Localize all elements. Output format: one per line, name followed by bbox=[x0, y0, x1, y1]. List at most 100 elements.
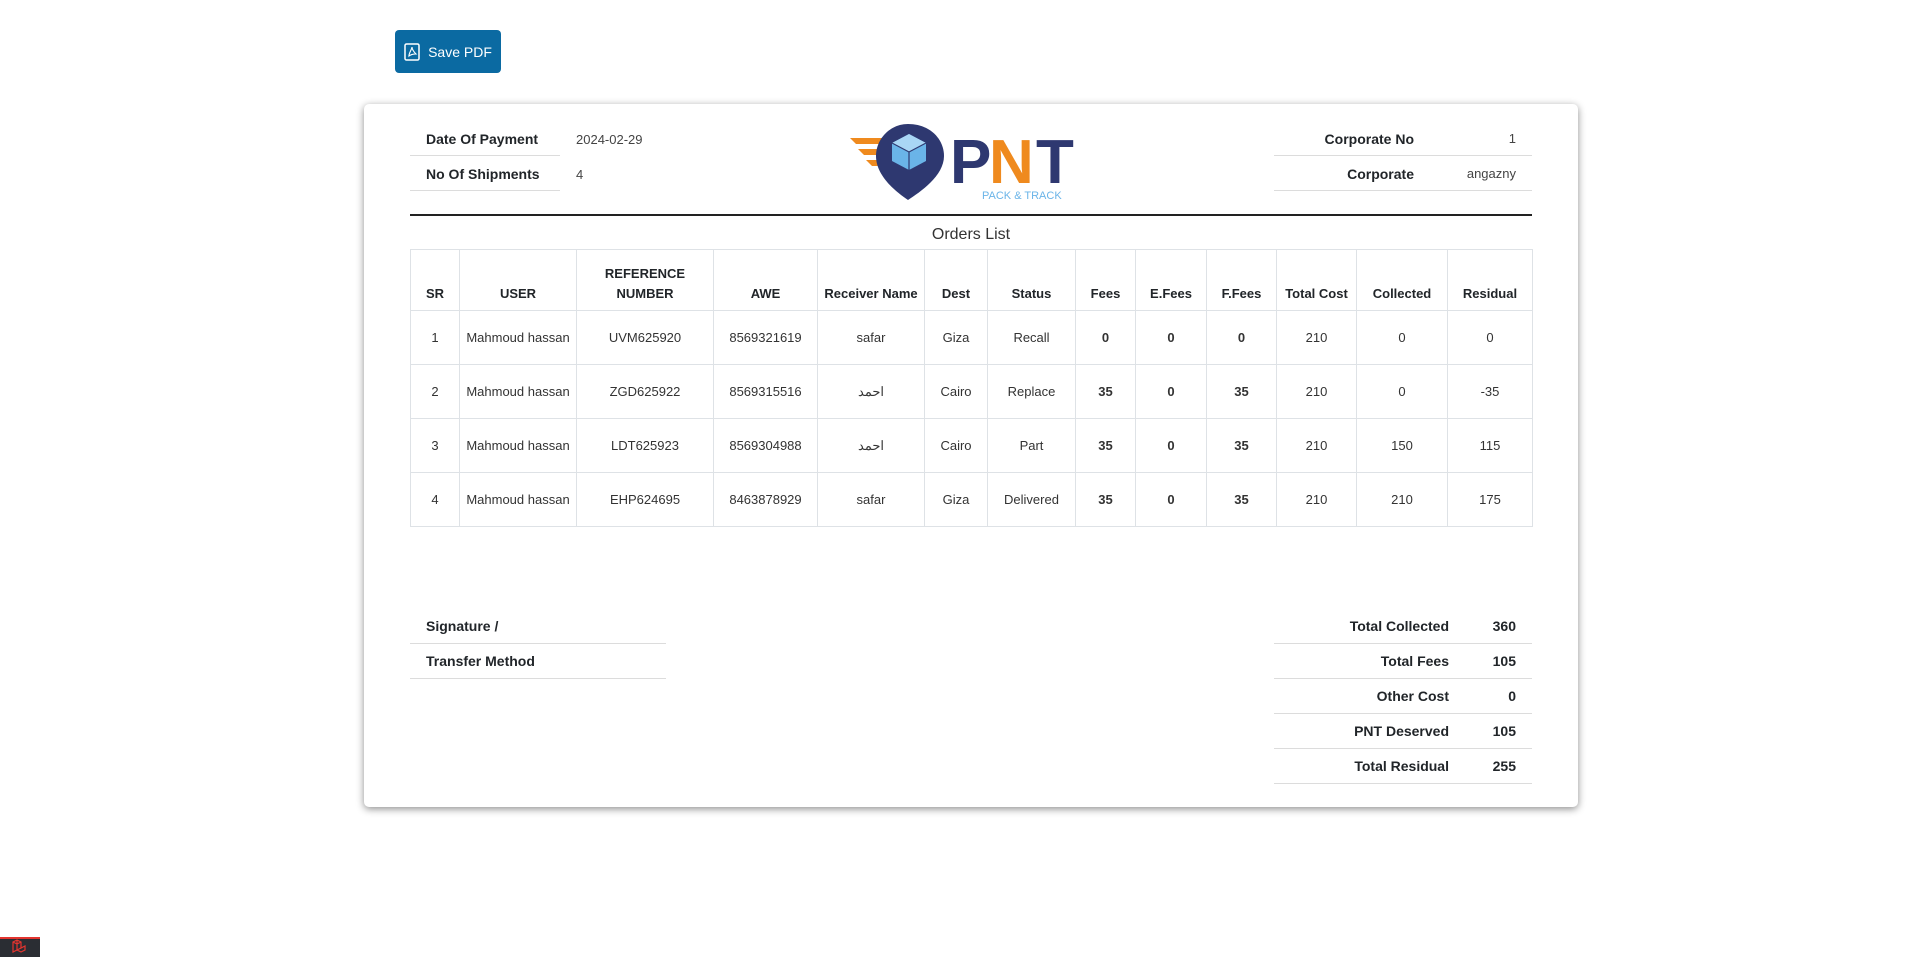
cell-residual: 0 bbox=[1447, 310, 1533, 365]
col-header-residual: Residual bbox=[1447, 249, 1533, 311]
save-pdf-button[interactable]: Save PDF bbox=[395, 30, 501, 73]
logo-letter-p: P bbox=[950, 128, 991, 197]
debugbar-toggle[interactable] bbox=[0, 937, 40, 957]
table-row: 4 Mahmoud hassan EHP624695 8463878929 sa… bbox=[410, 472, 1533, 527]
col-header-receiver-name: Receiver Name bbox=[817, 249, 925, 311]
table-row: 3 Mahmoud hassan LDT625923 8569304988 اح… bbox=[410, 418, 1533, 473]
col-header-status: Status bbox=[987, 249, 1076, 311]
cell-total-cost: 210 bbox=[1276, 364, 1357, 419]
corporate-label: Corporate bbox=[1347, 165, 1414, 182]
cell-user: Mahmoud hassan bbox=[459, 364, 577, 419]
cell-collected: 210 bbox=[1356, 472, 1448, 527]
cell-dest: Cairo bbox=[924, 364, 988, 419]
orders-table-header: SR USER REFERENCE NUMBER AWE Receiver Na… bbox=[410, 249, 1533, 311]
cell-sr: 4 bbox=[410, 472, 460, 527]
cell-user: Mahmoud hassan bbox=[459, 310, 577, 365]
cell-awe: 8463878929 bbox=[713, 472, 818, 527]
header-divider bbox=[410, 214, 1532, 216]
corporate-value-cell: angazny bbox=[1428, 157, 1532, 191]
cell-receiver-name: احمد bbox=[817, 418, 925, 473]
no-of-shipments-value-cell: 4 bbox=[576, 157, 696, 191]
total-label: Total Collected bbox=[1349, 618, 1449, 634]
no-of-shipments-value: 4 bbox=[576, 166, 584, 182]
signature-block: Signature / Transfer Method bbox=[410, 609, 666, 679]
col-header-fees: Fees bbox=[1075, 249, 1136, 311]
cell-status: Part bbox=[987, 418, 1076, 473]
total-label: Total Fees bbox=[1380, 653, 1449, 669]
col-header-sr: SR bbox=[410, 249, 460, 311]
total-value: 360 bbox=[1492, 618, 1516, 634]
cell-fees: 35 bbox=[1075, 364, 1136, 419]
cell-total-cost: 210 bbox=[1276, 418, 1357, 473]
total-collected-row: Total Collected 360 bbox=[1274, 609, 1532, 644]
total-value: 105 bbox=[1492, 723, 1516, 739]
cell-fees: 0 bbox=[1075, 310, 1136, 365]
cell-collected: 150 bbox=[1356, 418, 1448, 473]
cell-dest: Giza bbox=[924, 472, 988, 527]
col-header-f-fees: F.Fees bbox=[1206, 249, 1277, 311]
total-fees-row: Total Fees 105 bbox=[1274, 644, 1532, 679]
cell-status: Recall bbox=[987, 310, 1076, 365]
cell-total-cost: 210 bbox=[1276, 472, 1357, 527]
cell-user: Mahmoud hassan bbox=[459, 418, 577, 473]
col-header-dest: Dest bbox=[924, 249, 988, 311]
total-value: 105 bbox=[1492, 653, 1516, 669]
corporate-value: angazny bbox=[1466, 166, 1516, 181]
cell-receiver-name: safar bbox=[817, 472, 925, 527]
other-cost-row: Other Cost 0 bbox=[1274, 679, 1532, 714]
cell-sr: 1 bbox=[410, 310, 460, 365]
orders-table: SR USER REFERENCE NUMBER AWE Receiver Na… bbox=[410, 249, 1533, 527]
save-pdf-label: Save PDF bbox=[428, 43, 492, 60]
cell-reference-number: LDT625923 bbox=[576, 418, 714, 473]
table-row: 2 Mahmoud hassan ZGD625922 8569315516 اح… bbox=[410, 364, 1533, 419]
cell-f-fees: 35 bbox=[1206, 472, 1277, 527]
cell-e-fees: 0 bbox=[1135, 310, 1207, 365]
cell-awe: 8569315516 bbox=[713, 364, 818, 419]
no-of-shipments-label-cell: No Of Shipments bbox=[410, 157, 560, 191]
cell-residual: 115 bbox=[1447, 418, 1533, 473]
cell-status: Delivered bbox=[987, 472, 1076, 527]
cell-e-fees: 0 bbox=[1135, 418, 1207, 473]
cell-f-fees: 35 bbox=[1206, 364, 1277, 419]
total-label: PNT Deserved bbox=[1354, 723, 1449, 739]
cell-sr: 2 bbox=[410, 364, 460, 419]
cell-receiver-name: احمد bbox=[817, 364, 925, 419]
total-residual-row: Total Residual 255 bbox=[1274, 749, 1532, 784]
cell-sr: 3 bbox=[410, 418, 460, 473]
cell-fees: 35 bbox=[1075, 418, 1136, 473]
cell-total-cost: 210 bbox=[1276, 310, 1357, 365]
signature-row: Signature / bbox=[410, 609, 666, 644]
cell-awe: 8569321619 bbox=[713, 310, 818, 365]
laravel-icon bbox=[12, 939, 26, 953]
cell-status: Replace bbox=[987, 364, 1076, 419]
col-header-total-cost: Total Cost bbox=[1276, 249, 1357, 311]
cell-e-fees: 0 bbox=[1135, 364, 1207, 419]
col-header-awe: AWE bbox=[713, 249, 818, 311]
cell-collected: 0 bbox=[1356, 310, 1448, 365]
cell-user: Mahmoud hassan bbox=[459, 472, 577, 527]
col-header-collected: Collected bbox=[1356, 249, 1448, 311]
date-of-payment-label: Date Of Payment bbox=[426, 130, 539, 147]
total-label: Other Cost bbox=[1376, 688, 1449, 704]
col-header-user: USER bbox=[459, 249, 577, 311]
total-value: 255 bbox=[1492, 758, 1516, 774]
totals-block: Total Collected 360 Total Fees 105 Other… bbox=[1274, 609, 1532, 784]
cell-f-fees: 35 bbox=[1206, 418, 1277, 473]
cell-f-fees: 0 bbox=[1206, 310, 1277, 365]
cell-awe: 8569304988 bbox=[713, 418, 818, 473]
pnt-logo: P N T PACK & TRACK bbox=[850, 124, 1074, 202]
cell-receiver-name: safar bbox=[817, 310, 925, 365]
total-label: Total Residual bbox=[1354, 758, 1449, 774]
signature-label: Signature / bbox=[426, 618, 499, 634]
date-of-payment-value-cell: 2024-02-29 bbox=[576, 122, 696, 156]
total-value: 0 bbox=[1508, 688, 1516, 704]
pnt-deserved-row: PNT Deserved 105 bbox=[1274, 714, 1532, 749]
cell-fees: 35 bbox=[1075, 472, 1136, 527]
cell-reference-number: UVM625920 bbox=[576, 310, 714, 365]
corporate-no-label: Corporate No bbox=[1324, 130, 1414, 147]
cell-dest: Cairo bbox=[924, 418, 988, 473]
date-of-payment-label-cell: Date Of Payment bbox=[410, 122, 560, 156]
logo-letter-t: T bbox=[1036, 128, 1074, 197]
orders-list-title: Orders List bbox=[931, 226, 1011, 243]
cell-reference-number: EHP624695 bbox=[576, 472, 714, 527]
